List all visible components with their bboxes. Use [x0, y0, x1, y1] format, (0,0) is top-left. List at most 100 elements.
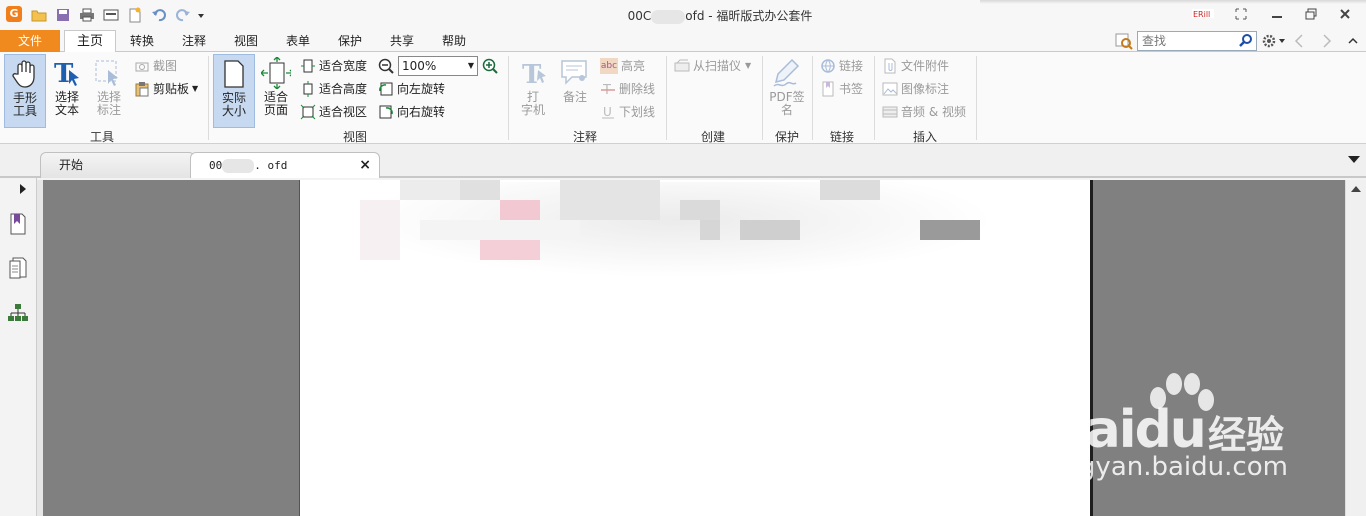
doc-tab-start[interactable]: 开始 [40, 152, 195, 178]
hand-tool-button[interactable]: 手形 工具 [4, 54, 46, 128]
tab-annotate[interactable]: 注释 [172, 30, 216, 52]
typewriter-button[interactable]: T 打 字机 [512, 54, 554, 128]
clipboard-icon [134, 81, 150, 97]
tab-protect[interactable]: 保护 [328, 30, 372, 52]
customize-quick-access-icon[interactable] [196, 6, 206, 24]
fit-height-icon [300, 81, 316, 97]
note-icon [560, 58, 590, 88]
search-input[interactable] [1138, 32, 1234, 50]
rotate-left-button[interactable]: 向左旋转 [378, 79, 445, 99]
zoom-dropdown-icon[interactable]: ▼ [468, 57, 474, 75]
scroll-up-arrow-icon[interactable] [1351, 186, 1361, 192]
bookmarks-panel-icon[interactable] [7, 212, 29, 236]
svg-text:ERill: ERill [1193, 10, 1210, 19]
fullscreen-icon[interactable] [1230, 5, 1252, 23]
dropdown-arrow-icon: ▼ [192, 84, 199, 93]
minimize-icon[interactable] [1266, 5, 1288, 23]
strikeout-button[interactable]: T 删除线 [600, 79, 655, 99]
pages-panel-icon[interactable] [7, 256, 29, 280]
highlight-icon: abc [600, 58, 618, 74]
audio-video-button[interactable]: 音频 & 视频 [882, 102, 966, 122]
search-box[interactable] [1137, 31, 1257, 51]
document-tabs: 开始 00. ofd × [0, 144, 1366, 178]
print-icon[interactable] [78, 6, 96, 24]
ribbon: 手形 工具 T 选择 文本 选择 标注 截图 剪贴板 ▼ 工具 实际 大小 适合… [0, 52, 1366, 144]
fit-height-button[interactable]: 适合高度 [300, 79, 367, 99]
prev-arrow-icon[interactable] [1293, 34, 1305, 51]
strikeout-icon: T [600, 81, 616, 97]
settings-gear-icon[interactable] [1261, 32, 1287, 50]
note-button[interactable]: 备注 [554, 54, 596, 128]
svg-text:U: U [603, 105, 612, 119]
zoom-out-icon[interactable] [378, 58, 394, 77]
image-annotation-button[interactable]: 图像标注 [882, 79, 949, 99]
fit-width-icon [300, 58, 316, 74]
from-scanner-button[interactable]: 从扫描仪 ▼ [674, 56, 751, 76]
screenshot-button[interactable]: 截图 [134, 56, 177, 76]
rotate-left-icon [378, 81, 394, 97]
rotate-right-button[interactable]: 向右旋转 [378, 102, 445, 122]
tab-home[interactable]: 主页 [64, 30, 116, 53]
side-panel [0, 178, 37, 516]
layers-panel-icon[interactable] [7, 302, 29, 326]
pdf-sign-button[interactable]: PDF签 名 [765, 54, 809, 128]
bookmark-button[interactable]: 书签 [820, 79, 863, 99]
text-cursor-icon: T [52, 58, 82, 88]
undo-icon[interactable] [150, 6, 168, 24]
hand-icon [10, 59, 40, 89]
underline-button[interactable]: U 下划线 [600, 102, 655, 122]
underline-icon: U [600, 104, 616, 120]
fit-width-button[interactable]: 适合宽度 [300, 56, 367, 76]
expand-panel-icon[interactable] [20, 184, 26, 194]
document-page [299, 180, 1093, 516]
scan-icon[interactable] [102, 6, 120, 24]
fit-view-icon [300, 104, 316, 120]
film-icon [882, 104, 898, 120]
bookmark-icon [820, 81, 836, 97]
scanner-dropdown-icon: ▼ [745, 61, 752, 70]
select-annotation-icon [94, 58, 124, 88]
search-icon[interactable] [1239, 34, 1253, 51]
open-icon[interactable] [30, 6, 48, 24]
menu-bar: 文件 主页 转换 注释 视图 表单 保护 共享 帮助 [0, 30, 1366, 53]
find-icon[interactable] [1115, 32, 1133, 50]
app-logo-icon: G [6, 6, 22, 22]
zoom-select[interactable]: 100% ▼ [398, 56, 478, 76]
highlight-button[interactable]: abc 高亮 [600, 56, 645, 76]
tab-list-dropdown-icon[interactable] [1348, 156, 1360, 163]
link-button[interactable]: 链接 [820, 56, 863, 76]
close-tab-icon[interactable]: × [359, 153, 371, 177]
doc-tab-file[interactable]: 00. ofd × [190, 152, 380, 178]
baidu-jingyan-watermark: Baidu 经验 jingyan.baidu.com [1040, 370, 1360, 510]
fit-page-button[interactable]: 适合 页面 [255, 54, 297, 128]
typewriter-icon: T [518, 58, 548, 88]
redo-icon[interactable] [174, 6, 192, 24]
clipboard-button[interactable]: 剪贴板 ▼ [134, 79, 198, 99]
license-icon[interactable]: ERill [1190, 5, 1216, 23]
select-annotation-button[interactable]: 选择 标注 [88, 54, 130, 128]
fit-page-icon [261, 57, 291, 89]
tab-help[interactable]: 帮助 [432, 30, 476, 52]
next-arrow-icon[interactable] [1321, 34, 1333, 51]
tab-form[interactable]: 表单 [276, 30, 320, 52]
tab-convert[interactable]: 转换 [120, 30, 164, 52]
pen-sign-icon [772, 58, 802, 88]
save-icon[interactable] [54, 6, 72, 24]
actual-size-button[interactable]: 实际 大小 [213, 54, 255, 128]
restore-icon[interactable] [1300, 5, 1322, 23]
tab-share[interactable]: 共享 [380, 30, 424, 52]
new-icon[interactable] [126, 6, 144, 24]
window-title: 00C ofd - 福昕版式办公套件 [627, 9, 813, 24]
fit-view-button[interactable]: 适合视区 [300, 102, 367, 122]
link-icon [820, 58, 836, 74]
select-text-button[interactable]: T 选择 文本 [46, 54, 88, 128]
close-icon[interactable] [1334, 5, 1356, 23]
tab-view[interactable]: 视图 [224, 30, 268, 52]
file-attachment-button[interactable]: 文件附件 [882, 56, 949, 76]
image-icon [882, 81, 898, 97]
collapse-ribbon-icon[interactable] [1347, 34, 1359, 51]
camera-icon [134, 58, 150, 74]
tab-file[interactable]: 文件 [0, 30, 60, 52]
actual-size-icon [219, 59, 249, 89]
zoom-in-icon[interactable] [482, 58, 498, 77]
